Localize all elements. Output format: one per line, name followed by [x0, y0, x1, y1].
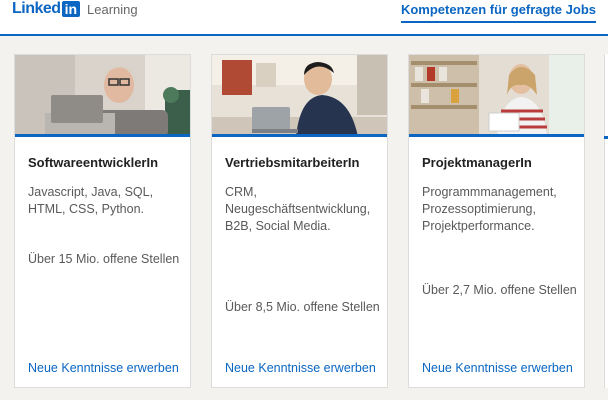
job-card-sales-representative[interactable]: VertriebsmitarbeiterIn CRM, Neugeschäfts…	[211, 54, 388, 388]
job-card-software-developer[interactable]: SoftwareentwicklerIn Javascript, Java, S…	[14, 54, 191, 388]
card-image	[212, 55, 387, 137]
card-title: ProjektmanagerIn	[422, 155, 532, 170]
learn-skills-link[interactable]: Neue Kenntnisse erwerben	[422, 361, 573, 375]
card-job-count: Über 15 Mio. offene Stellen	[28, 252, 180, 266]
person-at-laptop-photo	[15, 55, 190, 134]
next-card-accent	[604, 136, 608, 139]
learn-skills-link[interactable]: Neue Kenntnisse erwerben	[225, 361, 376, 375]
card-title: VertriebsmitarbeiterIn	[225, 155, 360, 170]
person-reading-photo	[409, 55, 584, 134]
card-image	[409, 55, 584, 137]
card-skills: Programmmanagement, Prozessoptimierung, …	[422, 185, 557, 233]
logo-badge: in	[61, 1, 81, 17]
product-name: Learning	[87, 2, 138, 17]
learn-skills-link[interactable]: Neue Kenntnisse erwerben	[28, 361, 179, 375]
person-on-phone-photo	[212, 55, 387, 134]
nav-link-in-demand-skills[interactable]: Kompetenzen für gefragte Jobs	[400, 2, 596, 23]
card-job-count: Über 2,7 Mio. offene Stellen	[422, 283, 577, 297]
linkedin-logo[interactable]: Linked in	[12, 0, 81, 18]
card-image	[15, 55, 190, 137]
card-skills: CRM, Neugeschäftsentwicklung, B2B, Socia…	[225, 185, 371, 233]
top-bar: Linked in Learning Kompetenzen für gefra…	[0, 0, 608, 36]
card-job-count: Über 8,5 Mio. offene Stellen	[225, 300, 380, 314]
logo-text: Linked	[12, 0, 61, 17]
card-title: SoftwareentwicklerIn	[28, 155, 159, 170]
card-skills: Javascript, Java, SQL, HTML, CSS, Python…	[28, 185, 154, 216]
job-card-project-manager[interactable]: ProjektmanagerIn Programmmanagement, Pro…	[408, 54, 585, 388]
next-card-edge[interactable]	[604, 54, 608, 388]
